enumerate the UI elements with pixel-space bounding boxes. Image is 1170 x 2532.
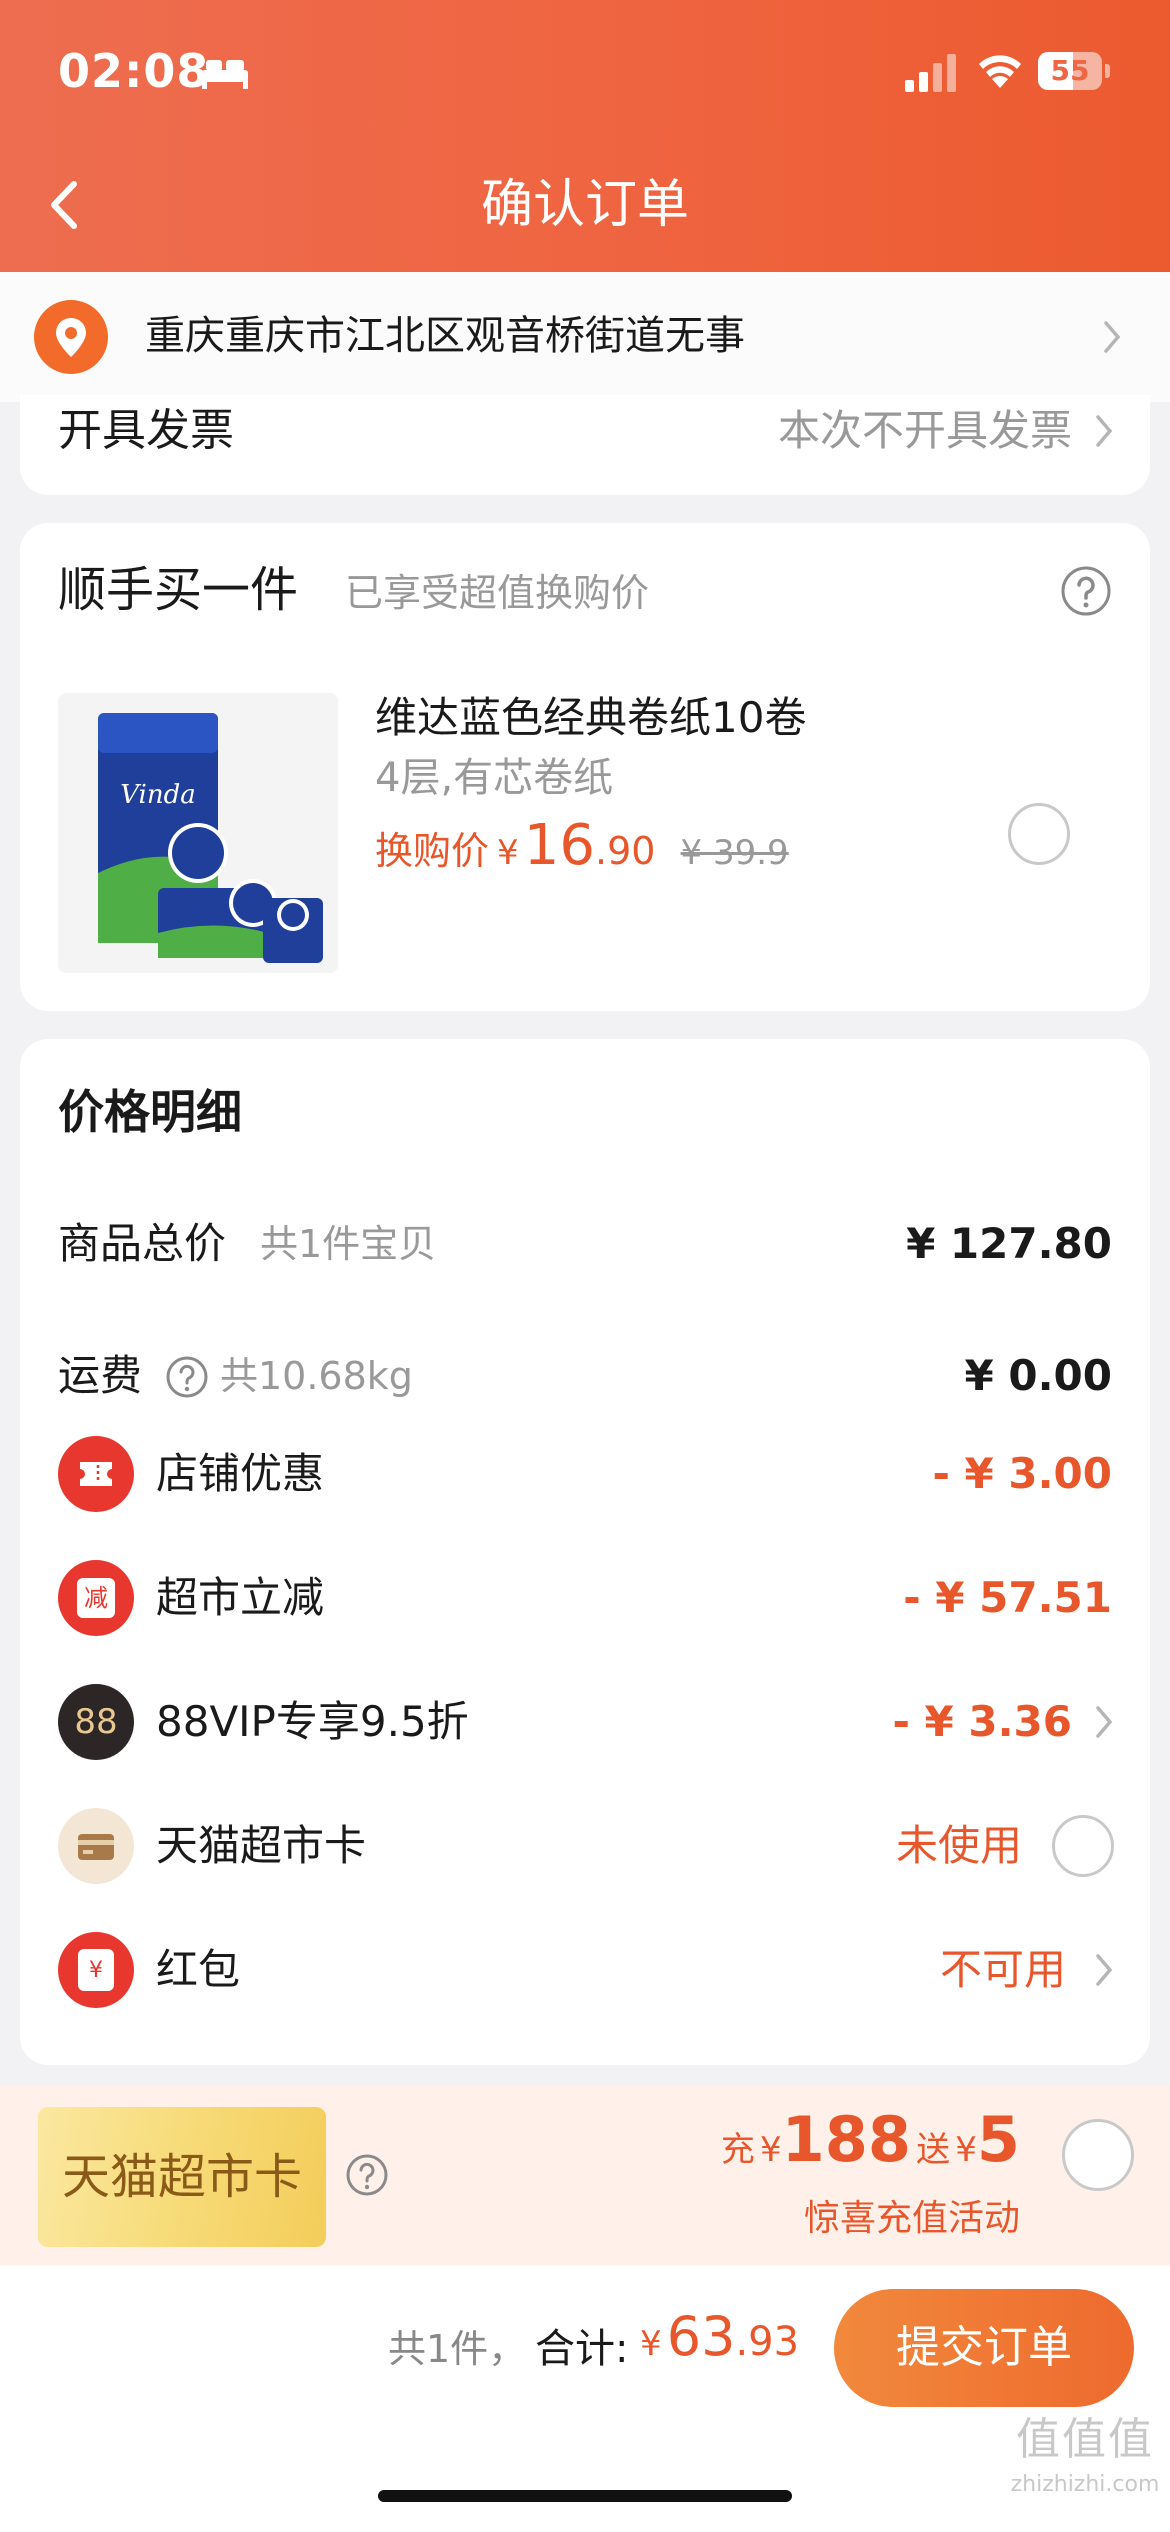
product-name: 维达蓝色经典卷纸10卷 — [375, 693, 807, 742]
total-label: 合计: — [535, 2326, 629, 2372]
recharge-promo-bar: 天猫超市卡 充 ¥188 送 ¥5 惊喜充值活动 — [0, 2085, 1170, 2265]
shop-discount-label: 店铺优惠 — [156, 1449, 325, 1498]
invoice-row[interactable]: 开具发票 本次不开具发票 — [20, 395, 1150, 495]
price-decimal: .90 — [595, 829, 656, 873]
gift-currency: ¥ — [955, 2130, 977, 2170]
address-bar[interactable]: 重庆重庆市江北区观音桥街道无事 — [0, 272, 1170, 402]
original-price: ¥ 39.9 — [680, 833, 789, 873]
watermark-url: zhizhizhi.com — [1010, 2472, 1160, 2497]
red-packet-label: 红包 — [156, 1945, 241, 1994]
help-icon[interactable] — [1060, 565, 1112, 617]
help-icon[interactable] — [165, 1355, 209, 1399]
goods-count: 共1件宝贝 — [260, 1222, 437, 1266]
vip-icon: 88 — [58, 1684, 134, 1760]
goods-total-amount: ¥ 127.80 — [906, 1219, 1112, 1268]
shop-discount-amount: - ¥ 3.00 — [932, 1449, 1112, 1498]
charge-currency: ¥ — [759, 2130, 782, 2170]
header: 02:08 55 确认订单 — [0, 0, 1170, 272]
market-cut-label: 超市立减 — [156, 1573, 325, 1622]
gift-card-icon — [58, 1808, 134, 1884]
vip-label: 88VIP专享9.5折 — [156, 1697, 469, 1746]
total-decimal: .93 — [735, 2319, 800, 2365]
red-packet-icon-text: ¥ — [78, 1949, 114, 1991]
page-title: 确认订单 — [480, 175, 689, 235]
market-cut-amount: - ¥ 57.51 — [903, 1573, 1112, 1622]
coupon-icon — [58, 1436, 134, 1512]
gift-amount: 5 — [976, 2103, 1020, 2176]
tmall-card-badge: 天猫超市卡 — [38, 2107, 326, 2247]
market-card-radio[interactable] — [1052, 1815, 1114, 1877]
price-label: 换购价 — [375, 829, 490, 873]
total-integer: 63 — [666, 2305, 736, 2368]
price-currency: ¥ — [497, 833, 519, 873]
address-text: 重庆重庆市江北区观音桥街道无事 — [145, 313, 745, 359]
addon-subtitle: 已享受超值换购价 — [345, 571, 650, 615]
chevron-right-icon — [1096, 415, 1113, 447]
price-detail-title: 价格明细 — [58, 1085, 242, 1139]
sleep-mode-icon — [202, 60, 248, 89]
checkout-footer: 共1件， 合计: ¥ 63.93 提交订单 值值值 zhizhizhi.com — [0, 2265, 1170, 2532]
product-price: 换购价 ¥ 16.90 ¥ 39.9 — [375, 813, 789, 883]
invoice-label: 开具发票 — [58, 405, 234, 456]
addon-select-radio[interactable] — [1008, 803, 1070, 865]
red-packet-icon: ¥ — [58, 1932, 134, 2008]
recharge-radio[interactable] — [1062, 2119, 1134, 2191]
chevron-right-icon — [1096, 1954, 1113, 1986]
charge-amount: 188 — [781, 2103, 912, 2176]
help-icon[interactable] — [345, 2153, 389, 2197]
chevron-right-icon — [1104, 321, 1121, 353]
addon-purchase-card: 顺手买一件 已享受超值换购价 Vinda 维达蓝色经典卷纸10卷 4层,有芯卷纸… — [20, 523, 1150, 1011]
recharge-subtitle: 惊喜充值活动 — [803, 2198, 1020, 2239]
price-integer: 16 — [523, 813, 596, 878]
invoice-value: 本次不开具发票 — [777, 406, 1072, 455]
watermark-logo: 值值值 — [1016, 2414, 1154, 2465]
svg-text:Vinda: Vinda — [120, 780, 196, 810]
instant-discount-icon: 减 — [58, 1560, 134, 1636]
gift-label: 送 — [916, 2130, 951, 2170]
submit-order-button[interactable]: 提交订单 — [834, 2289, 1134, 2407]
item-count: 共1件， — [388, 2327, 527, 2371]
price-detail-card: 价格明细 商品总价 共1件宝贝 ¥ 127.80 运费 共10.68kg ¥ 0… — [20, 1039, 1150, 2065]
battery-indicator: 55 — [1038, 52, 1110, 90]
market-card-status: 未使用 — [896, 1821, 1023, 1870]
shipping-amount: ¥ 0.00 — [964, 1351, 1112, 1400]
status-time: 02:08 — [58, 44, 210, 98]
shipping-weight: 共10.68kg — [220, 1354, 413, 1398]
addon-title: 顺手买一件 — [58, 562, 299, 618]
battery-level: 55 — [1050, 54, 1090, 87]
product-spec: 4层,有芯卷纸 — [375, 755, 614, 801]
cellular-signal-icon — [905, 54, 956, 92]
home-indicator — [378, 2490, 792, 2502]
watermark: 值值值 zhizhizhi.com — [1010, 2410, 1160, 2520]
shipping-label: 运费 — [58, 1351, 143, 1400]
red-packet-status[interactable]: 不可用 — [940, 1940, 1066, 2000]
recharge-offer: 充 ¥188 送 ¥5 — [721, 2103, 1020, 2176]
wifi-icon — [979, 55, 1021, 88]
charge-label: 充 — [720, 2130, 755, 2170]
vip-icon-text: 88 — [74, 1702, 118, 1742]
market-card-label: 天猫超市卡 — [156, 1821, 367, 1870]
location-pin-icon — [34, 300, 108, 374]
vip-discount-amount[interactable]: - ¥ 3.36 — [892, 1692, 1072, 1752]
total-price: ¥ 63.93 — [640, 2305, 799, 2368]
tmall-card-badge-text: 天猫超市卡 — [61, 2149, 302, 2205]
total-currency: ¥ — [640, 2324, 662, 2364]
product-image[interactable]: Vinda — [58, 693, 338, 973]
goods-total-label: 商品总价 — [58, 1219, 227, 1268]
instant-discount-icon-text: 减 — [77, 1578, 115, 1618]
chevron-right-icon — [1096, 1706, 1113, 1738]
